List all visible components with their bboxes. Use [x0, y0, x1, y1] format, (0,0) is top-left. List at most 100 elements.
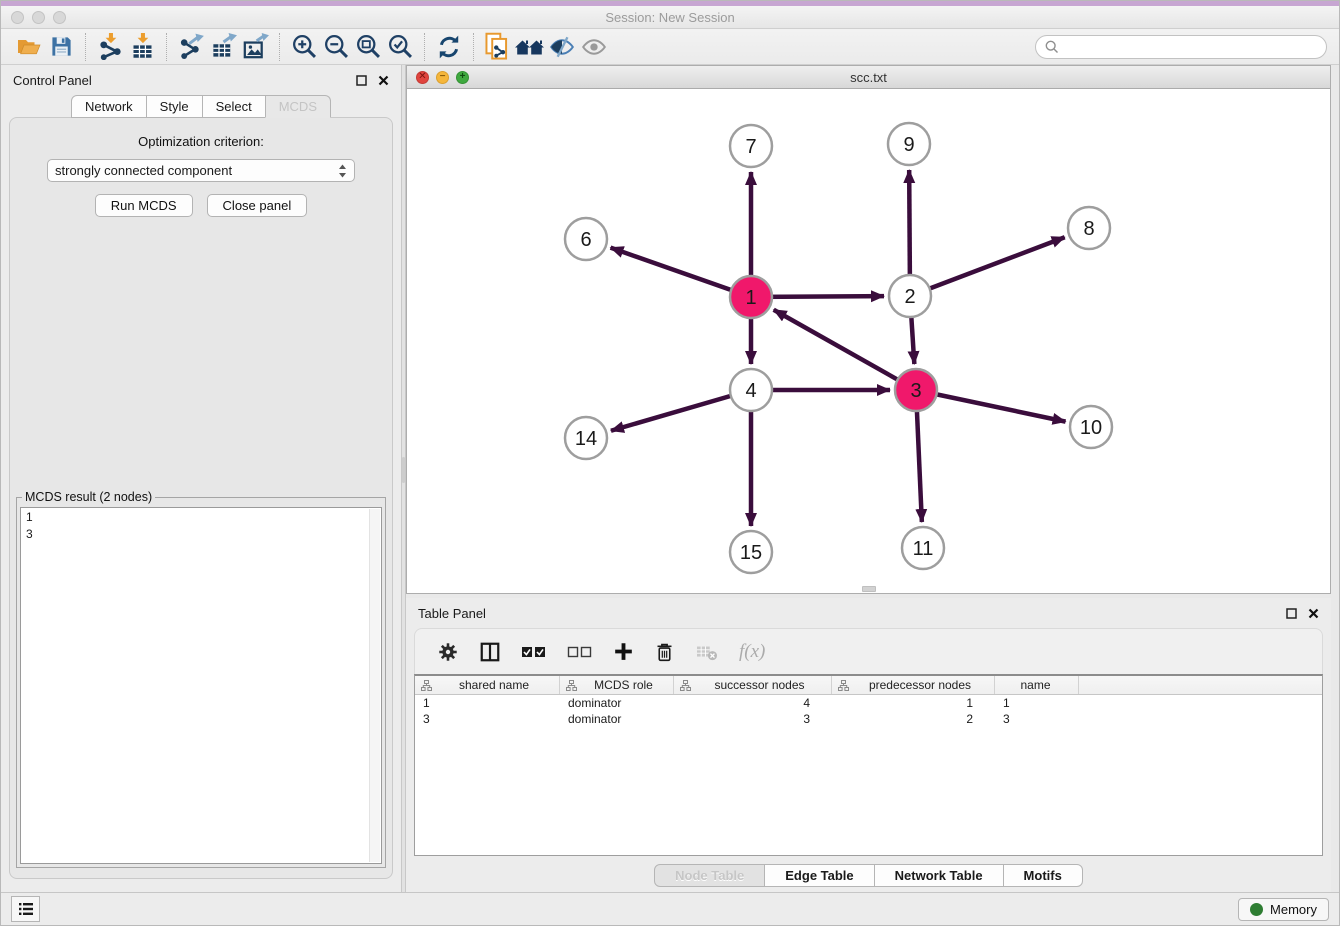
- hide-graphics-details-button[interactable]: [546, 32, 578, 62]
- zoom-fit-button[interactable]: [352, 32, 384, 62]
- network-window-titlebar[interactable]: ✕ − + scc.txt: [407, 66, 1330, 89]
- graph-node-10[interactable]: 10: [1070, 406, 1112, 448]
- delete-column-button[interactable]: [654, 641, 675, 663]
- cell-shared-name[interactable]: 1: [415, 696, 560, 710]
- save-session-button[interactable]: [45, 32, 77, 62]
- column-header-successor-nodes[interactable]: successor nodes: [674, 676, 832, 694]
- search-box[interactable]: [1035, 35, 1327, 59]
- close-window-button[interactable]: [11, 11, 24, 24]
- column-header-predecessor-nodes[interactable]: predecessor nodes: [832, 676, 995, 694]
- table-tab-node-table[interactable]: Node Table: [654, 864, 765, 887]
- import-table-button[interactable]: [126, 32, 158, 62]
- zoom-out-button[interactable]: [320, 32, 352, 62]
- show-panels-list-button[interactable]: [11, 896, 40, 922]
- zoom-selected-icon: [387, 33, 414, 60]
- cell-MCDS-role[interactable]: dominator: [560, 696, 674, 710]
- float-panel-icon[interactable]: [356, 75, 367, 86]
- splitter-handle[interactable]: [402, 457, 405, 483]
- optimization-criterion-dropdown[interactable]: strongly connected component: [47, 159, 355, 182]
- graph-node-9[interactable]: 9: [888, 123, 930, 165]
- dropdown-stepper-icon: [338, 164, 347, 178]
- table-settings-button[interactable]: [437, 641, 459, 663]
- table-panel-header: Table Panel: [406, 598, 1331, 628]
- select-all-rows-button[interactable]: [521, 644, 547, 660]
- float-table-panel-icon[interactable]: [1286, 608, 1297, 619]
- import-network-button[interactable]: [94, 32, 126, 62]
- minimize-window-button[interactable]: [32, 11, 45, 24]
- export-network-button[interactable]: [175, 32, 207, 62]
- checked-boxes-icon: [521, 644, 547, 660]
- maximize-network-button[interactable]: +: [456, 71, 469, 84]
- canvas-resize-handle[interactable]: [862, 586, 876, 592]
- graph-node-8[interactable]: 8: [1068, 207, 1110, 249]
- close-network-button[interactable]: ✕: [416, 71, 429, 84]
- graph-node-3[interactable]: 3: [895, 369, 937, 411]
- column-header-name[interactable]: name: [995, 676, 1079, 694]
- main-area: Control Panel NetworkStyleSelectMCDS Opt…: [1, 65, 1339, 892]
- close-panel-icon[interactable]: [378, 75, 389, 86]
- cell-MCDS-role[interactable]: dominator: [560, 712, 674, 726]
- control-tab-style[interactable]: Style: [146, 95, 203, 118]
- cell-successor-nodes[interactable]: 4: [674, 696, 832, 710]
- show-graphics-details-button[interactable]: [578, 32, 610, 62]
- window-titlebar[interactable]: Session: New Session: [1, 6, 1339, 29]
- vertical-splitter[interactable]: [401, 65, 406, 892]
- deselect-all-rows-button[interactable]: [567, 644, 593, 660]
- result-scrollbar[interactable]: [369, 509, 380, 862]
- control-tab-select[interactable]: Select: [202, 95, 266, 118]
- cell-successor-nodes[interactable]: 3: [674, 712, 832, 726]
- network-canvas[interactable]: 7 9 6 8 1 2 4 3 14 10 15 11: [407, 89, 1330, 593]
- close-panel-button[interactable]: Close panel: [207, 194, 308, 217]
- graph-node-4[interactable]: 4: [730, 369, 772, 411]
- table-row[interactable]: 1dominator411: [415, 695, 1322, 711]
- table-tab-edge-table[interactable]: Edge Table: [764, 864, 874, 887]
- graph-node-1[interactable]: 1: [730, 276, 772, 318]
- zoom-window-button[interactable]: [53, 11, 66, 24]
- cell-predecessor-nodes[interactable]: 1: [832, 696, 995, 710]
- minimize-network-button[interactable]: −: [436, 71, 449, 84]
- control-panel: Control Panel NetworkStyleSelectMCDS Opt…: [1, 65, 401, 892]
- cell-name[interactable]: 1: [995, 696, 1079, 710]
- graph-node-15[interactable]: 15: [730, 531, 772, 573]
- graph-edge-2-8[interactable]: [910, 237, 1065, 296]
- graph-edge-3-10[interactable]: [916, 390, 1066, 422]
- column-header-MCDS-role[interactable]: MCDS role: [560, 676, 674, 694]
- export-image-button[interactable]: [239, 32, 271, 62]
- table-toolbar: f(x): [414, 628, 1323, 674]
- node-table[interactable]: shared nameMCDS rolesuccessor nodesprede…: [414, 674, 1323, 856]
- table-tab-motifs[interactable]: Motifs: [1003, 864, 1083, 887]
- table-panel: Table Panel: [406, 598, 1331, 892]
- close-table-panel-icon[interactable]: [1308, 608, 1319, 619]
- control-tab-network[interactable]: Network: [71, 95, 147, 118]
- run-mcds-button[interactable]: Run MCDS: [95, 194, 193, 217]
- zoom-in-button[interactable]: [288, 32, 320, 62]
- open-session-button[interactable]: [13, 32, 45, 62]
- create-column-button[interactable]: [613, 641, 634, 662]
- column-header-shared-name[interactable]: shared name: [415, 676, 560, 694]
- graph-node-14[interactable]: 14: [565, 417, 607, 459]
- network-overview-button[interactable]: [514, 32, 546, 62]
- save-floppy-icon: [50, 35, 73, 58]
- cell-name[interactable]: 3: [995, 712, 1079, 726]
- clone-network-button[interactable]: [482, 32, 514, 62]
- table-tab-network-table[interactable]: Network Table: [874, 864, 1004, 887]
- memory-button[interactable]: Memory: [1238, 898, 1329, 921]
- graph-node-7[interactable]: 7: [730, 125, 772, 167]
- export-table-button[interactable]: [207, 32, 239, 62]
- mcds-result-textarea[interactable]: 13: [20, 507, 382, 864]
- graph-node-2[interactable]: 2: [889, 275, 931, 317]
- graph-edge-1-6[interactable]: [611, 248, 751, 297]
- control-tab-mcds[interactable]: MCDS: [265, 95, 331, 118]
- cell-shared-name[interactable]: 3: [415, 712, 560, 726]
- table-row[interactable]: 3dominator323: [415, 711, 1322, 727]
- cell-predecessor-nodes[interactable]: 2: [832, 712, 995, 726]
- zoom-selected-button[interactable]: [384, 32, 416, 62]
- graph-node-6[interactable]: 6: [565, 218, 607, 260]
- graph-edge-3-1[interactable]: [774, 310, 916, 390]
- refresh-button[interactable]: [433, 32, 465, 62]
- zoom-out-icon: [323, 33, 350, 60]
- show-column-panel-button[interactable]: [479, 641, 501, 663]
- search-input[interactable]: [1065, 39, 1317, 54]
- session-title: Session: New Session: [1, 10, 1339, 25]
- graph-node-11[interactable]: 11: [902, 527, 944, 569]
